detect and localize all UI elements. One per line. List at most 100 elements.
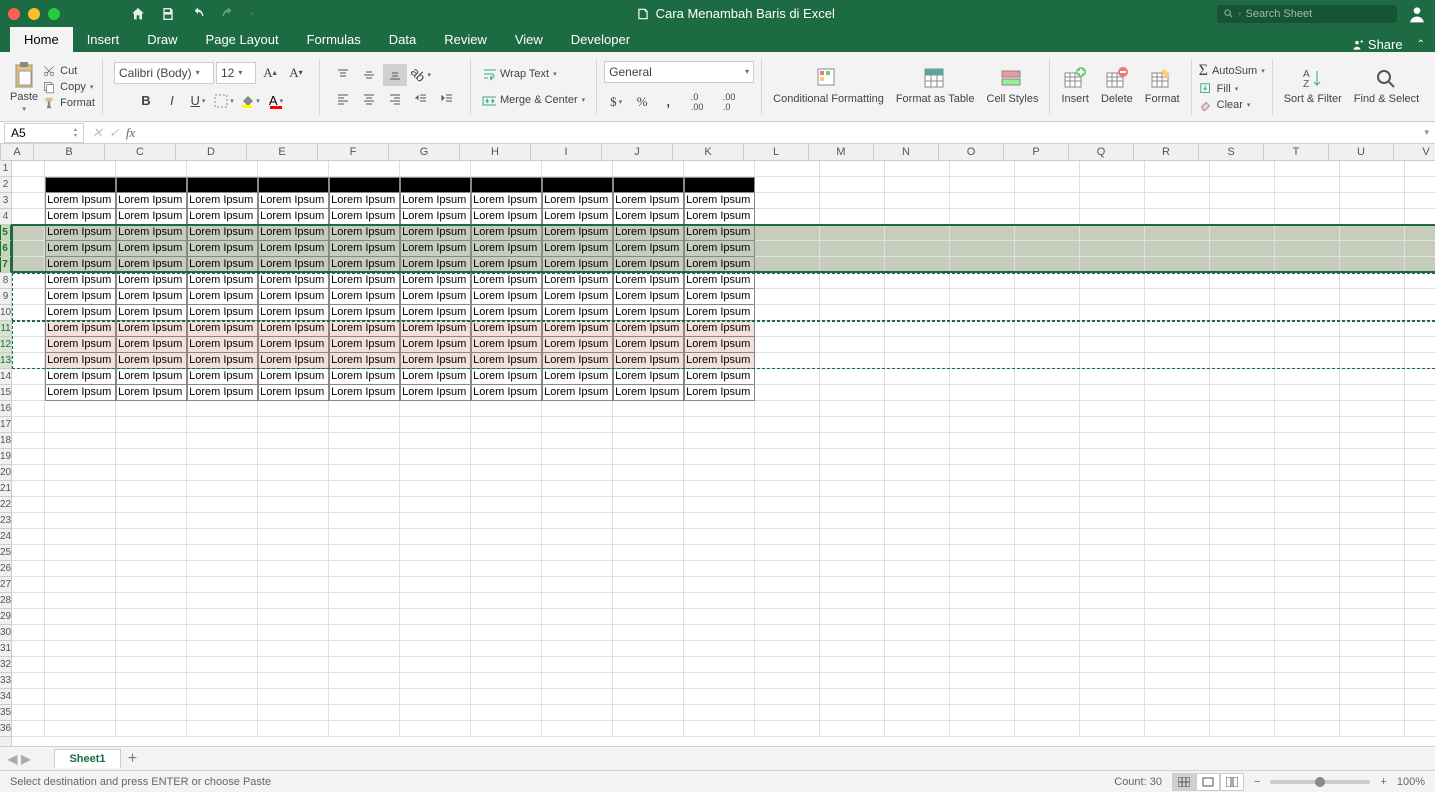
cell[interactable]: [1145, 545, 1210, 561]
cell[interactable]: [400, 673, 471, 689]
cell[interactable]: [1210, 401, 1275, 417]
share-button[interactable]: Share ⌃: [1350, 37, 1435, 52]
cell[interactable]: [12, 481, 45, 497]
cell[interactable]: Lorem Ipsum: [187, 305, 258, 321]
cell[interactable]: [1080, 225, 1145, 241]
cell[interactable]: [684, 177, 755, 193]
cell[interactable]: [1145, 353, 1210, 369]
cell[interactable]: [12, 321, 45, 337]
cell[interactable]: [187, 577, 258, 593]
cell[interactable]: [885, 657, 950, 673]
cell[interactable]: Lorem Ipsum: [187, 369, 258, 385]
cell[interactable]: Lorem Ipsum: [258, 369, 329, 385]
cell[interactable]: Lorem Ipsum: [329, 241, 400, 257]
cell[interactable]: [1275, 321, 1340, 337]
cell[interactable]: [613, 593, 684, 609]
cell[interactable]: Lorem Ipsum: [116, 337, 187, 353]
user-avatar-icon[interactable]: [1407, 4, 1427, 24]
cell[interactable]: [187, 497, 258, 513]
cell[interactable]: [755, 513, 820, 529]
cell[interactable]: [1145, 225, 1210, 241]
cell[interactable]: [329, 449, 400, 465]
cell[interactable]: Lorem Ipsum: [400, 305, 471, 321]
cell[interactable]: [755, 401, 820, 417]
cell[interactable]: Lorem Ipsum: [684, 193, 755, 209]
cell[interactable]: Lorem Ipsum: [400, 273, 471, 289]
cell[interactable]: [1340, 433, 1405, 449]
cell[interactable]: [950, 673, 1015, 689]
column-header[interactable]: G: [389, 144, 460, 160]
cell[interactable]: Lorem Ipsum: [329, 353, 400, 369]
cell[interactable]: [45, 673, 116, 689]
cell[interactable]: [471, 641, 542, 657]
cell[interactable]: [1405, 625, 1435, 641]
cell[interactable]: [116, 545, 187, 561]
cell[interactable]: [1340, 273, 1405, 289]
cell[interactable]: [258, 705, 329, 721]
cell[interactable]: [1275, 513, 1340, 529]
cell[interactable]: [187, 529, 258, 545]
cell[interactable]: Lorem Ipsum: [329, 321, 400, 337]
cell[interactable]: [329, 545, 400, 561]
align-bottom-button[interactable]: [383, 64, 407, 86]
sheet-nav-prev-icon[interactable]: ◀: [8, 752, 17, 766]
cell[interactable]: [187, 593, 258, 609]
cell[interactable]: [1340, 225, 1405, 241]
cell[interactable]: [1015, 289, 1080, 305]
cell[interactable]: Lorem Ipsum: [542, 337, 613, 353]
cell[interactable]: [1080, 561, 1145, 577]
row-header[interactable]: 30: [0, 625, 11, 641]
cell[interactable]: [12, 529, 45, 545]
cell[interactable]: Lorem Ipsum: [116, 385, 187, 401]
cell[interactable]: [400, 433, 471, 449]
cell[interactable]: [1080, 673, 1145, 689]
cell[interactable]: [820, 465, 885, 481]
cell[interactable]: [542, 433, 613, 449]
row-header[interactable]: 10: [0, 305, 11, 321]
cell[interactable]: [950, 561, 1015, 577]
cell[interactable]: [885, 545, 950, 561]
cut-button[interactable]: Cut: [42, 64, 95, 78]
cell[interactable]: [116, 625, 187, 641]
cell[interactable]: [1080, 689, 1145, 705]
cell[interactable]: [45, 481, 116, 497]
cell[interactable]: [1405, 289, 1435, 305]
cell[interactable]: [755, 641, 820, 657]
cell[interactable]: [613, 465, 684, 481]
cell[interactable]: [12, 353, 45, 369]
cell[interactable]: [820, 609, 885, 625]
cell[interactable]: [258, 641, 329, 657]
cell[interactable]: [187, 641, 258, 657]
paste-button[interactable]: Paste▾: [10, 61, 38, 113]
cell[interactable]: [258, 545, 329, 561]
cell[interactable]: [950, 609, 1015, 625]
cell[interactable]: [1275, 177, 1340, 193]
cell[interactable]: [950, 641, 1015, 657]
cell[interactable]: [820, 561, 885, 577]
cell[interactable]: [1340, 177, 1405, 193]
cell[interactable]: [1405, 225, 1435, 241]
cell[interactable]: [471, 497, 542, 513]
cell[interactable]: [885, 529, 950, 545]
cell[interactable]: [12, 305, 45, 321]
page-layout-view-button[interactable]: [1196, 773, 1220, 791]
row-header[interactable]: 18: [0, 433, 11, 449]
cell[interactable]: [1210, 369, 1275, 385]
cell[interactable]: [613, 577, 684, 593]
cell[interactable]: Lorem Ipsum: [187, 225, 258, 241]
cell[interactable]: [755, 625, 820, 641]
cell[interactable]: Lorem Ipsum: [400, 225, 471, 241]
cell[interactable]: Lorem Ipsum: [116, 193, 187, 209]
cell[interactable]: [1210, 417, 1275, 433]
cell[interactable]: [1405, 641, 1435, 657]
cell[interactable]: Lorem Ipsum: [613, 321, 684, 337]
cell[interactable]: [1340, 625, 1405, 641]
cell[interactable]: Lorem Ipsum: [613, 273, 684, 289]
row-header[interactable]: 29: [0, 609, 11, 625]
cell[interactable]: [820, 161, 885, 177]
cell[interactable]: Lorem Ipsum: [329, 289, 400, 305]
cell[interactable]: [950, 417, 1015, 433]
cell[interactable]: Lorem Ipsum: [684, 337, 755, 353]
cell[interactable]: [684, 673, 755, 689]
cell[interactable]: [45, 609, 116, 625]
